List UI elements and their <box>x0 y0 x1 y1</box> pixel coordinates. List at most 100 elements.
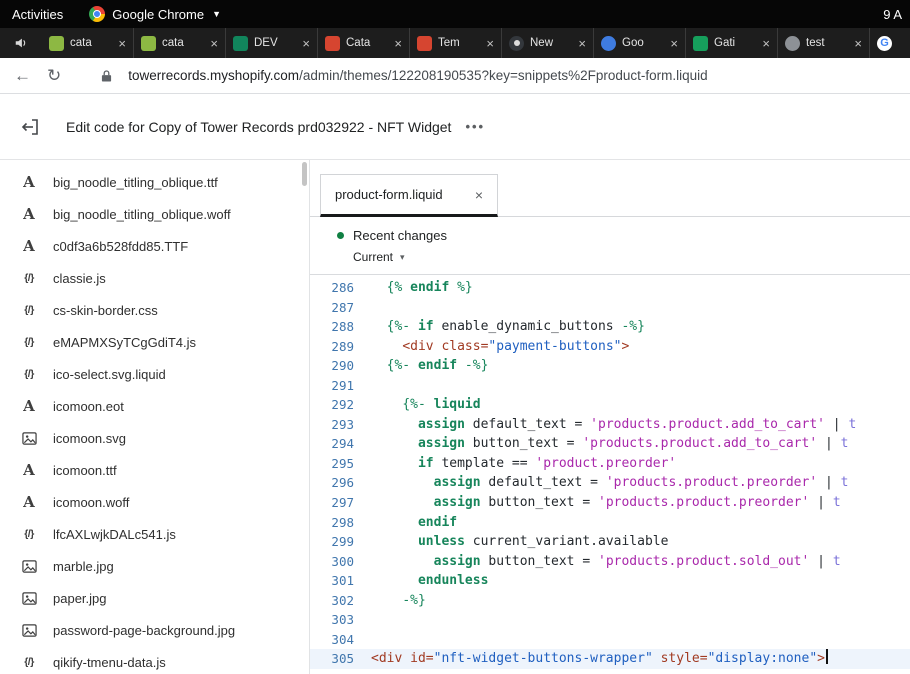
browser-tab[interactable]: Tem× <box>410 28 502 58</box>
app-menu-button[interactable]: Google Chrome ▼ <box>89 6 221 22</box>
code-line[interactable]: 297 assign button_text = 'products.produ… <box>310 493 910 513</box>
sidebar-scrollbar[interactable] <box>302 162 307 186</box>
file-item[interactable]: marble.jpg <box>0 550 309 582</box>
system-top-bar: Activities Google Chrome ▼ 9 A <box>0 0 910 28</box>
code-line[interactable]: 289 <div class="payment-buttons"> <box>310 337 910 357</box>
code-line[interactable]: 287 <box>310 298 910 318</box>
file-item[interactable]: {/}eMAPMXSyTCgGdiT4.js <box>0 326 309 358</box>
file-item[interactable]: {/}lfcAXLwjkDALc541.js <box>0 518 309 550</box>
code-line[interactable]: 303 <box>310 610 910 630</box>
code-line[interactable]: 288 {%- if enable_dynamic_buttons -%} <box>310 317 910 337</box>
file-name: eMAPMXSyTCgGdiT4.js <box>53 335 196 350</box>
code-editor-panel: product-form.liquid × Recent changes Cur… <box>310 160 910 674</box>
code-line[interactable]: 286 {% endif %} <box>310 278 910 298</box>
file-item[interactable]: Aicomoon.eot <box>0 390 309 422</box>
code-token <box>371 280 387 295</box>
browser-tab[interactable]: Goo× <box>594 28 686 58</box>
browser-tab[interactable]: G <box>870 28 910 58</box>
code-line[interactable]: 304 <box>310 630 910 650</box>
code-line[interactable]: 302 -%} <box>310 591 910 611</box>
file-item[interactable]: Abig_noodle_titling_oblique.ttf <box>0 166 309 198</box>
font-file-icon: A <box>20 493 38 511</box>
file-item[interactable]: Aicomoon.woff <box>0 486 309 518</box>
system-clock[interactable]: 9 A <box>883 7 902 22</box>
code-line[interactable]: 300 assign button_text = 'products.produ… <box>310 552 910 572</box>
file-name: big_noodle_titling_oblique.ttf <box>53 175 218 190</box>
code-text: assign button_text = 'products.product.s… <box>354 552 910 572</box>
line-number: 302 <box>310 591 354 611</box>
code-line[interactable]: 290 {%- endif -%} <box>310 356 910 376</box>
url-bar[interactable]: towerrecords.myshopify.com/admin/themes/… <box>128 68 707 83</box>
lock-icon[interactable] <box>101 69 112 83</box>
code-line[interactable]: 294 assign button_text = 'products.produ… <box>310 434 910 454</box>
browser-tab[interactable]: Gati× <box>686 28 778 58</box>
back-button[interactable]: ← <box>14 67 31 84</box>
tab-close-icon[interactable]: × <box>854 36 862 51</box>
code-token: endif <box>418 358 457 373</box>
code-line[interactable]: 298 endif <box>310 513 910 533</box>
browser-tab[interactable]: DEV× <box>226 28 318 58</box>
tab-close-icon[interactable]: × <box>394 36 402 51</box>
browser-tab-title: New <box>530 37 572 49</box>
code-text <box>354 298 910 318</box>
file-name: c0df3a6b528fdd85.TTF <box>53 239 188 254</box>
code-line[interactable]: 291 <box>310 376 910 396</box>
code-token: assign <box>418 436 465 451</box>
tab-close-icon[interactable]: × <box>486 36 494 51</box>
tab-close-icon[interactable]: × <box>670 36 678 51</box>
file-item[interactable]: Ac0df3a6b528fdd85.TTF <box>0 230 309 262</box>
file-item[interactable]: {/}cs-skin-border.css <box>0 294 309 326</box>
browser-tab[interactable]: Cata× <box>318 28 410 58</box>
line-number: 299 <box>310 532 354 552</box>
version-dropdown[interactable]: Current ▾ <box>353 250 910 264</box>
code-area[interactable]: 286 {% endif %}287288 {%- if enable_dyna… <box>310 275 910 674</box>
code-text: assign default_text = 'products.product.… <box>354 415 910 435</box>
code-line[interactable]: 295 if template == 'product.preorder' <box>310 454 910 474</box>
exit-code-editor-icon[interactable] <box>20 117 40 137</box>
tab-close-icon[interactable]: × <box>118 36 126 51</box>
code-line[interactable]: 299 unless current_variant.available <box>310 532 910 552</box>
tab-close-icon[interactable]: × <box>762 36 770 51</box>
line-number: 301 <box>310 571 354 591</box>
speaker-icon[interactable] <box>0 28 42 58</box>
file-item[interactable]: {/}ico-select.svg.liquid <box>0 358 309 390</box>
reload-button[interactable]: ↻ <box>47 67 61 84</box>
code-token: default_text = <box>481 475 606 490</box>
more-actions-button[interactable]: ••• <box>465 119 485 134</box>
file-item[interactable]: paper.jpg <box>0 582 309 614</box>
code-line[interactable]: 301 endunless <box>310 571 910 591</box>
catalog-favicon <box>325 36 340 51</box>
code-token: t <box>841 436 849 451</box>
chrome-logo-icon <box>89 6 105 22</box>
tab-close-icon[interactable]: × <box>210 36 218 51</box>
code-text: assign default_text = 'products.product.… <box>354 473 910 493</box>
editor-tab-product-form[interactable]: product-form.liquid × <box>320 174 498 217</box>
spreadsheet-favicon <box>693 36 708 51</box>
browser-tab-title: cata <box>70 37 112 49</box>
code-token: "payment-buttons" <box>488 339 621 354</box>
browser-tab[interactable]: cata× <box>134 28 226 58</box>
code-token: {% <box>387 280 410 295</box>
code-token <box>402 651 410 666</box>
file-item[interactable]: password-page-background.jpg <box>0 614 309 646</box>
file-item[interactable]: icomoon.svg <box>0 422 309 454</box>
browser-tab[interactable]: test× <box>778 28 870 58</box>
code-line[interactable]: 293 assign default_text = 'products.prod… <box>310 415 910 435</box>
code-token: | <box>817 436 840 451</box>
activities-button[interactable]: Activities <box>12 7 63 22</box>
file-item[interactable]: {/}classie.js <box>0 262 309 294</box>
tab-close-icon[interactable]: × <box>578 36 586 51</box>
file-item[interactable]: Abig_noodle_titling_oblique.woff <box>0 198 309 230</box>
file-item[interactable]: {/}qikify-tmenu-data.js <box>0 646 309 674</box>
tab-close-icon[interactable]: × <box>302 36 310 51</box>
code-line[interactable]: 296 assign default_text = 'products.prod… <box>310 473 910 493</box>
code-token: style= <box>661 651 708 666</box>
file-item[interactable]: Aicomoon.ttf <box>0 454 309 486</box>
code-line[interactable]: 292 {%- liquid <box>310 395 910 415</box>
font-file-icon: A <box>20 397 38 415</box>
close-icon[interactable]: × <box>475 187 483 203</box>
code-token: unless <box>418 534 465 549</box>
browser-tab[interactable]: New × <box>502 28 594 58</box>
code-line[interactable]: 305<div id="nft-widget-buttons-wrapper" … <box>310 649 910 669</box>
browser-tab[interactable]: cata × <box>42 28 134 58</box>
